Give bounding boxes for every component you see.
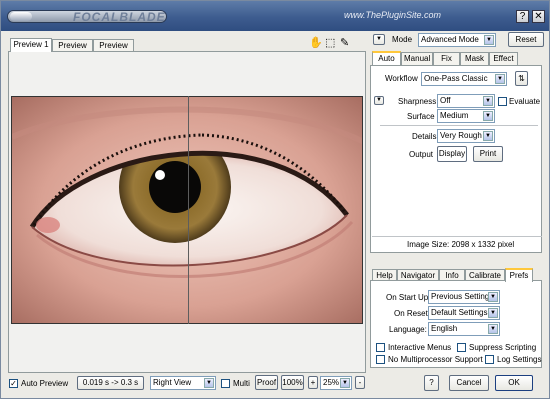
tab-prefs[interactable]: Prefs — [505, 268, 533, 282]
suppress-scripting-checkbox[interactable] — [457, 343, 466, 352]
site-link[interactable]: www.ThePluginSite.com — [344, 10, 441, 20]
sort-icon[interactable]: ⇅ — [515, 71, 528, 86]
chevron-down-icon: ▼ — [495, 74, 505, 84]
startup-label: On Start Up — [386, 293, 429, 302]
interactive-menus-checkbox[interactable] — [376, 343, 385, 352]
surface-select[interactable]: Medium ▼ — [437, 109, 495, 123]
auto-preview-checkbox[interactable]: ✓ — [9, 379, 18, 388]
ok-button[interactable]: OK — [495, 375, 533, 391]
zoom-select[interactable]: 25% ▼ — [320, 376, 352, 390]
chevron-down-icon: ▼ — [204, 378, 214, 388]
chevron-down-icon: ▼ — [483, 111, 493, 121]
log-settings-checkbox[interactable] — [485, 355, 494, 364]
workflow-select[interactable]: One-Pass Classic ▼ — [421, 72, 507, 86]
details-select[interactable]: Very Rough ▼ — [437, 129, 495, 143]
suppress-scripting-label: Suppress Scripting — [469, 343, 537, 352]
chevron-down-icon: ▼ — [488, 292, 498, 302]
divider — [372, 236, 542, 237]
multi-label: Multi — [233, 379, 250, 388]
title-bar: FOCALBLADE www.ThePluginSite.com ? ✕ — [1, 1, 549, 31]
chevron-down-icon: ▼ — [484, 35, 494, 45]
split-view-divider[interactable] — [188, 96, 189, 324]
interactive-menus-label: Interactive Menus — [388, 343, 452, 352]
output-label: Output — [409, 150, 434, 159]
chevron-down-icon: ▼ — [483, 96, 493, 106]
plugin-window: FOCALBLADE www.ThePluginSite.com ? ✕ Pre… — [0, 0, 550, 399]
evaluate-checkbox[interactable] — [498, 97, 507, 106]
tab-auto[interactable]: Auto — [372, 51, 401, 65]
sharpness-label: Sharpness — [398, 97, 437, 106]
marquee-tool-icon[interactable]: ⬚ — [325, 36, 335, 49]
multi-checkbox[interactable] — [221, 379, 230, 388]
sharpness-select[interactable]: Off ▼ — [437, 94, 495, 108]
chevron-down-icon: ▼ — [376, 97, 382, 103]
help-button[interactable]: ? — [424, 375, 439, 391]
check-icon: ✓ — [10, 379, 17, 388]
zoom-out-button[interactable]: - — [355, 376, 365, 389]
eyedropper-tool-icon[interactable]: ✎ — [340, 36, 349, 49]
close-icon: ✕ — [534, 11, 543, 22]
display-button[interactable]: Display — [437, 146, 467, 162]
mode-select[interactable]: Advanced Mode ▼ — [418, 33, 496, 47]
tab-preview-1[interactable]: Preview 1 — [10, 38, 52, 52]
no-multiprocessor-label: No Multiprocessor Support — [388, 355, 483, 364]
preview-image[interactable] — [11, 96, 363, 324]
image-size-text: Image Size: 2098 x 1332 pixel — [407, 240, 515, 249]
workflow-label: Workflow — [385, 74, 418, 83]
tab-fix[interactable]: Fix — [433, 52, 460, 65]
proof-button[interactable]: Proof — [255, 375, 278, 390]
zoom-in-button[interactable]: + — [308, 376, 318, 389]
divider — [380, 125, 538, 126]
mode-label: Mode — [392, 35, 413, 44]
no-multiprocessor-checkbox[interactable] — [376, 355, 385, 364]
onreset-label: On Reset — [394, 309, 428, 318]
timing-display: 0.019 s -> 0.3 s — [77, 376, 144, 390]
app-logo: FOCALBLADE — [73, 10, 166, 24]
chevron-down-icon: ▼ — [340, 378, 350, 388]
chevron-down-icon: ▼ — [488, 324, 498, 334]
onreset-select[interactable]: Default Settings ▼ — [428, 306, 500, 320]
chevron-down-icon: ▼ — [483, 131, 493, 141]
collapse-button[interactable]: ▼ — [373, 34, 385, 45]
tab-manual[interactable]: Manual — [401, 52, 433, 65]
help-title-button[interactable]: ? — [516, 10, 529, 23]
log-settings-label: Log Settings — [497, 355, 542, 364]
chevron-down-icon: ▼ — [488, 308, 498, 318]
language-label: Language: — [389, 325, 427, 334]
auto-preview-label: Auto Preview — [21, 379, 69, 388]
chevron-down-icon: ▼ — [376, 36, 382, 42]
language-select[interactable]: English ▼ — [428, 322, 500, 336]
sharpness-collapse-button[interactable]: ▼ — [374, 96, 384, 105]
close-title-button[interactable]: ✕ — [532, 10, 545, 23]
startup-select[interactable]: Previous Settings ▼ — [428, 290, 500, 304]
tab-mask[interactable]: Mask — [460, 52, 489, 65]
hand-tool-icon[interactable]: ✋ — [309, 36, 323, 49]
view-select[interactable]: Right View ▼ — [150, 376, 216, 390]
reset-button[interactable]: Reset — [508, 32, 544, 47]
zoom-100-button[interactable]: 100% — [281, 375, 304, 390]
details-label: Details — [412, 132, 437, 141]
logo-knob — [10, 12, 32, 21]
cancel-button[interactable]: Cancel — [449, 375, 489, 391]
tab-effect[interactable]: Effect — [489, 52, 518, 65]
print-button[interactable]: Print — [473, 146, 503, 162]
evaluate-label: Evaluate — [509, 97, 541, 106]
surface-label: Surface — [407, 112, 435, 121]
